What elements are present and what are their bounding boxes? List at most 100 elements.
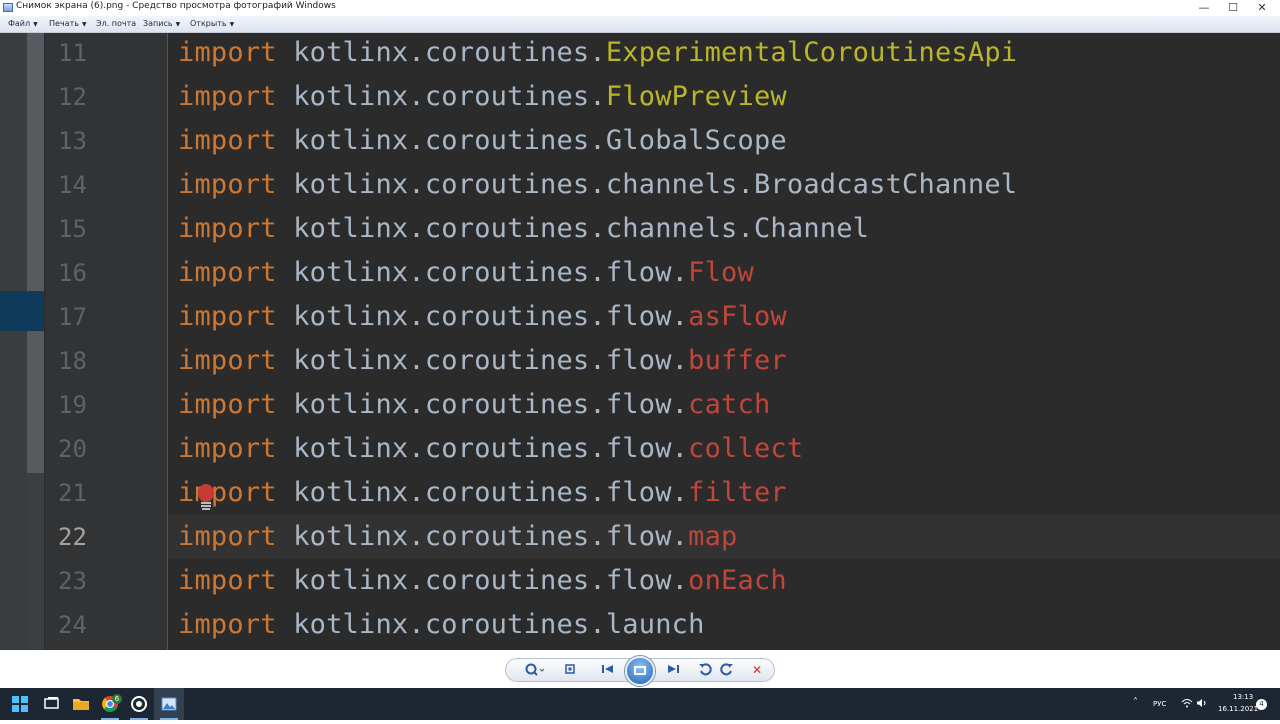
package-token: kotlinx.coroutines.flow. <box>276 477 689 508</box>
code-line[interactable]: import kotlinx.coroutines.GlobalScope <box>178 119 787 163</box>
windows-logo-tile <box>12 705 19 712</box>
windows-logo-tile <box>12 696 19 703</box>
code-line[interactable]: import kotlinx.coroutines.channels.Broad… <box>178 163 1017 207</box>
import-name-token: Flow <box>688 257 754 288</box>
rotate-left-icon[interactable] <box>697 662 713 678</box>
code-line[interactable]: import kotlinx.coroutines.flow.asFlow <box>178 295 787 339</box>
line-number: 24 <box>58 611 87 639</box>
keyword-token: import <box>178 213 277 244</box>
code-line[interactable]: import kotlinx.coroutines.channels.Chann… <box>178 207 869 251</box>
keyword-token: import <box>178 345 277 376</box>
clock-time[interactable]: 13:13 <box>1233 693 1253 701</box>
line-number: 13 <box>58 127 87 155</box>
package-token: kotlinx.coroutines. <box>276 125 606 156</box>
import-name-token: Channel <box>753 213 870 244</box>
photo-viewer-app-icon <box>3 3 13 12</box>
import-name-token: catch <box>688 389 771 420</box>
error-bulb-icon <box>198 484 214 510</box>
keyword-token: import <box>178 81 277 112</box>
ide-scroll-thumb <box>27 33 44 473</box>
window-title-bar: Снимок экрана (6).png - Средство просмот… <box>0 0 1280 16</box>
ide-selection-marker <box>0 291 44 331</box>
menu-file[interactable]: Файл ▼ <box>8 19 38 28</box>
keyword-token: import <box>178 433 277 464</box>
import-name-token: onEach <box>688 565 787 596</box>
menu-bar: Файл ▼ Печать ▼ Эл. почта Запись ▼ Открыть ▼ <box>0 16 1280 33</box>
line-number: 20 <box>58 435 87 463</box>
zoom-icon[interactable] <box>523 662 547 678</box>
line-number: 15 <box>58 215 87 243</box>
keyword-token: import <box>178 565 277 596</box>
code-line[interactable]: import kotlinx.coroutines.FlowPreview <box>178 75 787 119</box>
keyword-token: import <box>178 169 277 200</box>
minimize-button[interactable]: — <box>1189 0 1219 16</box>
package-token: kotlinx.coroutines.flow. <box>276 257 689 288</box>
windows-logo-tile <box>21 705 28 712</box>
code-line[interactable]: import kotlinx.coroutines.flow.filter <box>178 471 787 515</box>
chrome-badge: 6 <box>112 694 122 704</box>
chevron-down-icon: ▼ <box>81 21 87 28</box>
actual-size-icon[interactable] <box>562 662 578 678</box>
slideshow-frame <box>634 666 646 675</box>
menu-open-label: Открыть <box>190 19 227 28</box>
code-line[interactable]: import kotlinx.coroutines.flow.map <box>178 515 738 559</box>
close-button[interactable]: ✕ <box>1247 0 1277 16</box>
code-line[interactable]: import kotlinx.coroutines.flow.Flow <box>178 251 754 295</box>
start-button[interactable] <box>12 696 28 712</box>
package-token: kotlinx.coroutines.flow. <box>276 433 689 464</box>
line-number: 18 <box>58 347 87 375</box>
next-icon[interactable] <box>663 662 683 678</box>
line-number: 22 <box>58 523 87 551</box>
import-name-token: asFlow <box>688 301 787 332</box>
code-line[interactable]: import kotlinx.coroutines.flow.onEach <box>178 559 787 603</box>
line-number: 11 <box>58 39 87 67</box>
whatsapp-icon[interactable] <box>124 688 154 720</box>
menu-open[interactable]: Открыть ▼ <box>190 19 234 28</box>
menu-burn[interactable]: Запись ▼ <box>143 19 180 28</box>
line-number: 23 <box>58 567 87 595</box>
previous-icon[interactable] <box>598 662 618 678</box>
line-number: 12 <box>58 83 87 111</box>
windows-taskbar: 6 ˄ РУС 13:13 16.11.2021 <box>0 688 1280 720</box>
keyword-token: import <box>178 389 277 420</box>
line-number: 16 <box>58 259 87 287</box>
import-name-token: ExperimentalCoroutinesApi <box>605 37 1018 68</box>
package-token: kotlinx.coroutines. <box>276 37 606 68</box>
delete-icon[interactable]: ✕ <box>749 662 765 678</box>
maximize-button[interactable]: ☐ <box>1218 0 1248 16</box>
rotate-right-icon[interactable] <box>719 662 735 678</box>
package-token: kotlinx.coroutines. <box>276 81 606 112</box>
package-token: kotlinx.coroutines.channels. <box>276 169 754 200</box>
task-view-icon[interactable] <box>37 688 67 720</box>
line-number: 17 <box>58 303 87 331</box>
code-line[interactable]: import kotlinx.coroutines.launch <box>178 603 705 647</box>
code-line[interactable]: import kotlinx.coroutines.flow.collect <box>178 427 803 471</box>
clock-date[interactable]: 16.11.2021 <box>1218 705 1258 713</box>
code-line[interactable]: import kotlinx.coroutines.flow.buffer <box>178 339 787 383</box>
line-number: 14 <box>58 171 87 199</box>
package-token: kotlinx.coroutines.flow. <box>276 389 689 420</box>
ide-scroll-track <box>27 473 44 650</box>
chevron-down-icon: ▼ <box>175 21 181 28</box>
menu-print[interactable]: Печать ▼ <box>49 19 87 28</box>
package-token: kotlinx.coroutines.flow. <box>276 301 689 332</box>
viewer-toolbar: ✕ <box>0 650 1280 688</box>
slideshow-icon[interactable] <box>625 656 655 686</box>
notification-center-icon[interactable]: 4 <box>1256 699 1267 710</box>
code-line[interactable]: import kotlinx.coroutines.flow.catch <box>178 383 770 427</box>
show-hidden-icons-icon[interactable]: ˄ <box>1133 697 1138 708</box>
chrome-icon[interactable]: 6 <box>95 688 125 720</box>
language-indicator[interactable]: РУС <box>1153 700 1166 708</box>
photo-viewer-icon[interactable] <box>154 688 184 720</box>
package-token: kotlinx.coroutines.flow. <box>276 565 689 596</box>
import-name-token: buffer <box>688 345 787 376</box>
keyword-token: import <box>178 257 277 288</box>
code-line[interactable]: import kotlinx.coroutines.ExperimentalCo… <box>178 33 1017 75</box>
volume-icon[interactable] <box>1196 698 1207 710</box>
file-explorer-icon[interactable] <box>66 688 96 720</box>
menu-email-label: Эл. почта <box>96 19 137 28</box>
package-token: kotlinx.coroutines. <box>276 609 606 640</box>
line-number: 21 <box>58 479 87 507</box>
wifi-icon[interactable] <box>1181 698 1193 710</box>
menu-email[interactable]: Эл. почта <box>96 19 136 28</box>
